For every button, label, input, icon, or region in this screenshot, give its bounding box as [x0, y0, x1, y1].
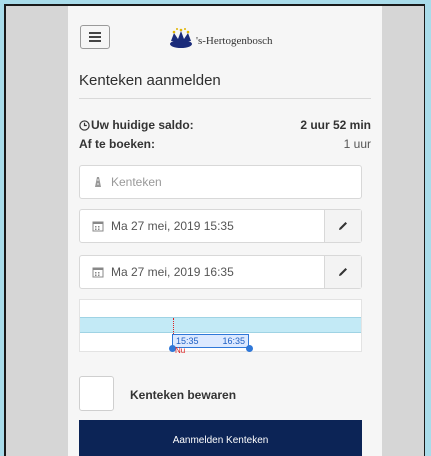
submit-button[interactable]: Aanmelden Kenteken [79, 420, 362, 456]
balance-value: 2 uur 52 min [300, 118, 371, 132]
app-card: 's-Hertogenbosch Kenteken aanmelden Uw h… [68, 6, 382, 456]
balance-label: Uw huidige saldo: [91, 118, 194, 132]
page-title: Kenteken aanmelden [79, 72, 221, 89]
end-datetime-value: Ma 27 mei, 2019 16:35 [111, 265, 234, 279]
save-plate-label: Kenteken bewaren [130, 388, 237, 402]
plate-placeholder: Kenteken [111, 175, 162, 189]
viewport: 's-Hertogenbosch Kenteken aanmelden Uw h… [6, 6, 424, 456]
start-datetime-value: Ma 27 mei, 2019 15:35 [111, 219, 234, 233]
start-datetime-field[interactable]: Ma 27 mei, 2019 15:35 [79, 209, 362, 243]
deduct-row: Af te boeken: 1 uur [79, 137, 371, 151]
timeline-band [80, 317, 361, 333]
end-datetime-field[interactable]: Ma 27 mei, 2019 16:35 [79, 255, 362, 289]
logo-text: 's-Hertogenbosch [196, 35, 273, 47]
pencil-icon [339, 268, 347, 276]
save-plate-checkbox[interactable] [79, 376, 114, 411]
city-logo: 's-Hertogenbosch [168, 22, 273, 54]
road-icon [91, 175, 105, 189]
now-label: Nu [175, 346, 186, 355]
plate-field[interactable]: Kenteken [79, 165, 362, 199]
hamburger-icon [89, 32, 101, 42]
edit-end-button[interactable] [324, 256, 361, 288]
title-divider [79, 98, 371, 99]
balance-row: Uw huidige saldo: 2 uur 52 min [79, 118, 371, 132]
crown-icon [170, 28, 192, 48]
range-end-handle[interactable] [246, 345, 253, 352]
calendar-icon [91, 219, 105, 233]
range-end-label: 16:35 [222, 336, 245, 346]
edit-start-button[interactable] [324, 210, 361, 242]
time-slider[interactable]: 15:35 16:35 Nu [79, 299, 362, 355]
menu-button[interactable] [80, 25, 110, 49]
pencil-icon [339, 222, 347, 230]
deduct-label: Af te boeken: [79, 137, 156, 151]
clock-icon [79, 119, 90, 131]
calendar-icon [91, 265, 105, 279]
deduct-value: 1 uur [343, 137, 371, 151]
